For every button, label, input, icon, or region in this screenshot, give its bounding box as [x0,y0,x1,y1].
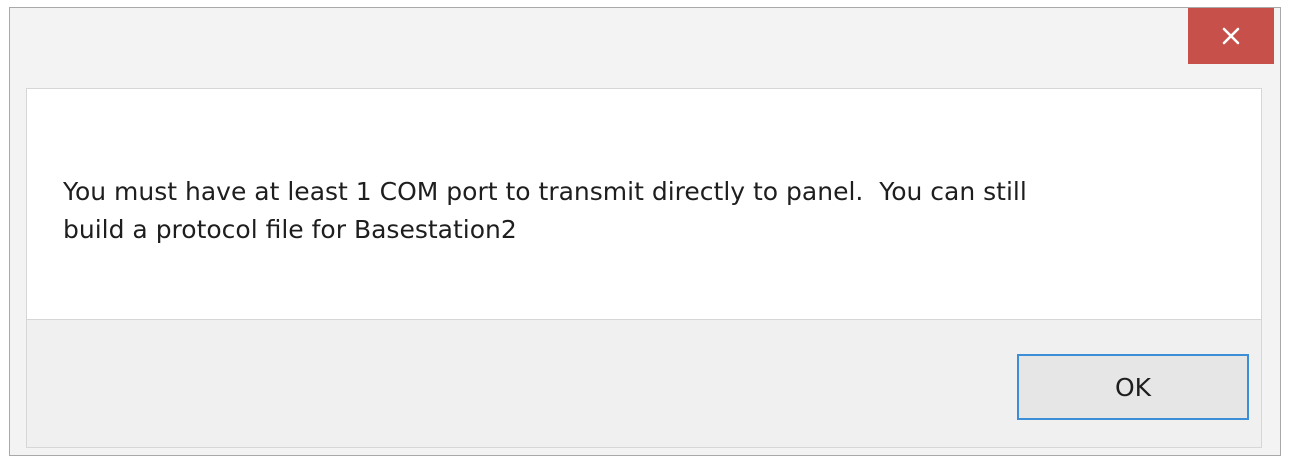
close-button[interactable] [1188,8,1274,64]
close-icon [1221,26,1241,46]
message-area: You must have at least 1 COM port to tra… [26,88,1262,320]
title-bar [10,8,1280,88]
ok-button[interactable]: OK [1017,354,1249,420]
dialog-message: You must have at least 1 COM port to tra… [63,177,1027,244]
message-dialog: You must have at least 1 COM port to tra… [9,7,1281,456]
button-bar: OK [26,320,1262,448]
